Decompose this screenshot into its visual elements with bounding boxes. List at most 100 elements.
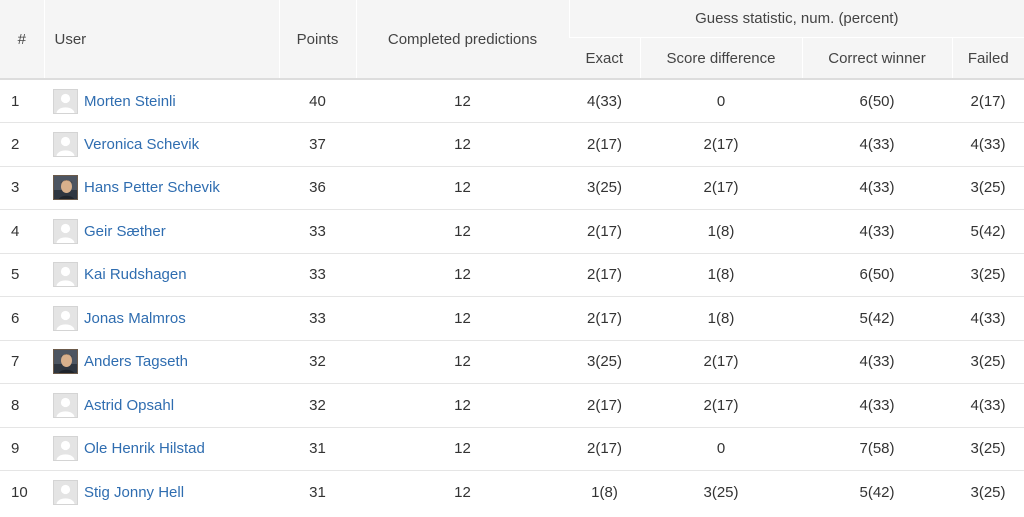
correct-winner-cell: 4(33) [802,122,952,166]
default-avatar-icon [54,89,77,113]
table-row: 5 Kai Rudshagen 33 12 2(17) 1(8) 6(50) 3… [0,252,1024,297]
completed-predictions-cell: 12 [356,470,569,514]
rank-cell: 7 [0,339,44,384]
completed-predictions-cell: 12 [356,252,569,297]
exact-header: Exact [569,37,640,80]
rank-cell: 2 [0,122,44,166]
exact-cell: 3(25) [569,339,640,384]
score-difference-cell: 2(17) [640,122,802,166]
table-row: 3 Hans Petter Schevik 36 12 3(25) 2(17) … [0,165,1024,210]
user-header: User [43,0,279,80]
exact-cell: 2(17) [569,296,640,340]
failed-cell: 3(25) [952,339,1024,384]
user-cell: Anders Tagseth [44,339,279,384]
score-difference-cell: 2(17) [640,383,802,427]
guess-statistic-header: Guess statistic, num. (percent) [568,0,1024,38]
points-cell: 33 [279,296,356,340]
correct-winner-cell: 5(42) [802,296,952,340]
avatar[interactable] [53,392,78,418]
table-row: 6 Jonas Malmros 33 12 2(17) 1(8) 5(42) 4… [0,296,1024,340]
points-cell: 40 [309,92,326,110]
avatar[interactable] [53,88,78,114]
correct-winner-cell: 7(58) [802,426,952,471]
points-cell: 32 [279,383,356,427]
score-difference-cell: 0 [716,92,726,110]
user-link[interactable]: Veronica Schevik [84,136,199,153]
default-avatar-icon [54,132,77,156]
correct-winner-cell: 4(33) [802,383,952,427]
standings-body: 1 Morten Steinli 40 12 4(33) 0 6(50) 2(1… [0,79,1024,514]
failed-cell: 3(25) [952,252,1024,297]
score-difference-cell: 2(17) [640,165,802,210]
completed-predictions-cell: 12 [356,339,569,384]
exact-cell: 4(33) [586,92,623,110]
user-cell: Morten Steinli [44,79,279,123]
avatar[interactable] [53,305,78,331]
user-link[interactable]: Stig Jonny Hell [84,484,184,501]
default-avatar-icon [54,437,77,461]
score-difference-cell: 2(17) [640,339,802,384]
completed-predictions-cell: 12 [454,92,471,110]
user-link[interactable]: Anders Tagseth [84,353,188,370]
avatar[interactable] [53,436,78,462]
avatar[interactable] [53,175,78,201]
score-difference-cell: 1(8) [640,252,802,297]
rank-cell: 6 [0,296,44,340]
rank-header: # [0,0,44,80]
exact-cell: 2(17) [569,122,640,166]
failed-header: Failed [951,37,1024,80]
rank-cell: 8 [0,383,44,427]
exact-cell: 3(25) [569,165,640,210]
correct-winner-cell: 5(42) [802,470,952,514]
avatar[interactable] [53,262,78,288]
rank-cell: 9 [0,426,44,471]
points-header: Points [278,0,356,80]
user-cell: Kai Rudshagen [44,252,279,297]
avatar[interactable] [53,349,78,375]
exact-cell: 2(17) [569,426,640,471]
avatar[interactable] [53,218,78,244]
score-difference-cell: 1(8) [640,296,802,340]
correct-winner-cell: 6(50) [802,252,952,297]
correct-winner-cell: 4(33) [802,165,952,210]
default-avatar-icon [54,263,77,287]
rank-cell: 3 [0,165,44,210]
user-cell: Stig Jonny Hell [44,470,279,514]
table-row: 1 Morten Steinli 40 12 4(33) 0 6(50) 2(1… [0,79,1024,123]
completed-predictions-cell: 12 [356,122,569,166]
completed-predictions-cell: 12 [356,165,569,210]
avatar[interactable] [53,131,78,157]
failed-cell: 3(25) [952,426,1024,471]
correct-winner-cell: 4(33) [802,209,952,253]
completed-predictions-cell: 12 [356,383,569,427]
table-row: 9 Ole Henrik Hilstad 31 12 2(17) 0 7(58)… [0,426,1024,471]
user-link[interactable]: Hans Petter Schevik [84,179,220,196]
failed-cell: 4(33) [952,122,1024,166]
user-link[interactable]: Kai Rudshagen [84,266,187,283]
rank-cell: 10 [0,470,44,514]
exact-cell: 2(17) [569,383,640,427]
points-cell: 37 [279,122,356,166]
user-cell: Veronica Schevik [44,122,279,166]
default-avatar-icon [54,306,77,330]
user-link[interactable]: Morten Steinli [84,93,176,110]
table-row: 8 Astrid Opsahl 32 12 2(17) 2(17) 4(33) … [0,383,1024,427]
points-cell: 32 [279,339,356,384]
failed-cell: 4(33) [952,296,1024,340]
score-difference-cell: 0 [640,426,802,471]
exact-cell: 2(17) [569,209,640,253]
completed-predictions-cell: 12 [356,296,569,340]
completed-predictions-cell: 12 [356,209,569,253]
user-photo-icon [54,176,77,200]
avatar[interactable] [53,480,78,505]
completed-predictions-header: Completed predictions [355,0,569,80]
score-difference-cell: 3(25) [640,470,802,514]
user-link[interactable]: Jonas Malmros [84,310,186,327]
score-difference-cell: 1(8) [640,209,802,253]
user-link[interactable]: Geir Sæther [84,223,166,240]
points-cell: 36 [279,165,356,210]
user-link[interactable]: Astrid Opsahl [84,397,174,414]
user-link[interactable]: Ole Henrik Hilstad [84,440,205,457]
points-cell: 31 [279,470,356,514]
exact-cell: 2(17) [569,252,640,297]
